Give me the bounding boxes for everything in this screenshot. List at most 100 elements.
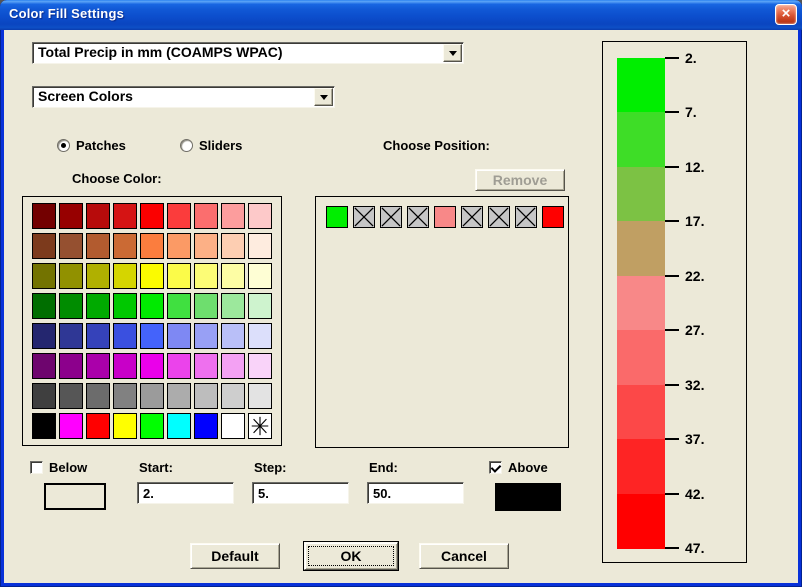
palette-swatch[interactable] bbox=[113, 383, 137, 409]
palette-swatch[interactable] bbox=[248, 353, 272, 379]
palette-swatch[interactable] bbox=[32, 353, 56, 379]
radio-patches-circle[interactable] bbox=[57, 139, 70, 152]
palette-swatch[interactable] bbox=[86, 233, 110, 259]
position-patch-empty[interactable] bbox=[407, 206, 429, 228]
color-source-select[interactable]: Screen Colors bbox=[32, 86, 335, 108]
below-color-swatch[interactable] bbox=[44, 483, 106, 510]
palette-swatch[interactable] bbox=[221, 293, 245, 319]
palette-swatch[interactable] bbox=[59, 203, 83, 229]
palette-swatch[interactable] bbox=[194, 263, 218, 289]
palette-swatch[interactable] bbox=[248, 233, 272, 259]
palette-swatch[interactable] bbox=[113, 263, 137, 289]
position-patch-empty[interactable] bbox=[515, 206, 537, 228]
above-checkbox-box[interactable] bbox=[489, 461, 502, 474]
step-input[interactable] bbox=[252, 482, 349, 504]
palette-swatch[interactable] bbox=[140, 203, 164, 229]
position-patch-empty[interactable] bbox=[380, 206, 402, 228]
palette-swatch[interactable] bbox=[140, 323, 164, 349]
palette-swatch[interactable] bbox=[248, 323, 272, 349]
palette-swatch[interactable] bbox=[221, 203, 245, 229]
palette-swatch[interactable] bbox=[221, 353, 245, 379]
position-patch[interactable] bbox=[326, 206, 348, 228]
below-checkbox[interactable]: Below bbox=[30, 460, 87, 475]
palette-swatch[interactable] bbox=[59, 233, 83, 259]
palette-swatch[interactable] bbox=[248, 203, 272, 229]
palette-swatch[interactable] bbox=[140, 263, 164, 289]
palette-swatch[interactable] bbox=[167, 203, 191, 229]
palette-swatch[interactable] bbox=[167, 293, 191, 319]
palette-swatch[interactable] bbox=[167, 233, 191, 259]
radio-sliders-circle[interactable] bbox=[180, 139, 193, 152]
palette-swatch[interactable] bbox=[194, 233, 218, 259]
palette-swatch[interactable] bbox=[59, 383, 83, 409]
palette-swatch[interactable] bbox=[140, 233, 164, 259]
palette-swatch[interactable] bbox=[32, 383, 56, 409]
palette-swatch[interactable] bbox=[140, 383, 164, 409]
palette-swatch[interactable] bbox=[113, 203, 137, 229]
palette-swatch[interactable] bbox=[167, 263, 191, 289]
palette-swatch[interactable] bbox=[221, 383, 245, 409]
palette-swatch[interactable] bbox=[32, 413, 56, 439]
palette-swatch[interactable] bbox=[86, 203, 110, 229]
palette-swatch[interactable] bbox=[32, 203, 56, 229]
ok-button-face[interactable]: OK bbox=[304, 542, 398, 570]
palette-swatch[interactable] bbox=[86, 383, 110, 409]
palette-swatch[interactable] bbox=[194, 293, 218, 319]
end-input[interactable] bbox=[367, 482, 464, 504]
palette-swatch[interactable] bbox=[113, 413, 137, 439]
palette-swatch[interactable] bbox=[140, 413, 164, 439]
palette-swatch[interactable] bbox=[194, 383, 218, 409]
title-bar[interactable]: Color Fill Settings × bbox=[0, 0, 802, 30]
position-patch-empty[interactable] bbox=[461, 206, 483, 228]
start-input[interactable] bbox=[137, 482, 234, 504]
palette-swatch[interactable] bbox=[167, 383, 191, 409]
radio-patches[interactable]: Patches bbox=[57, 138, 126, 153]
palette-swatch[interactable] bbox=[221, 413, 245, 439]
palette-swatch[interactable] bbox=[221, 263, 245, 289]
position-patch[interactable] bbox=[434, 206, 456, 228]
palette-swatch[interactable] bbox=[86, 353, 110, 379]
palette-swatch[interactable] bbox=[32, 293, 56, 319]
color-source-dropdown-button[interactable] bbox=[314, 88, 333, 106]
position-patch[interactable] bbox=[542, 206, 564, 228]
palette-swatch[interactable] bbox=[59, 263, 83, 289]
radio-sliders[interactable]: Sliders bbox=[180, 138, 242, 153]
palette-swatch[interactable] bbox=[248, 263, 272, 289]
palette-swatch[interactable] bbox=[194, 203, 218, 229]
palette-swatch-default[interactable] bbox=[248, 413, 272, 439]
palette-swatch[interactable] bbox=[86, 323, 110, 349]
palette-swatch[interactable] bbox=[140, 353, 164, 379]
palette-swatch[interactable] bbox=[194, 353, 218, 379]
palette-swatch[interactable] bbox=[140, 293, 164, 319]
palette-swatch[interactable] bbox=[194, 323, 218, 349]
cancel-button[interactable]: Cancel bbox=[419, 543, 509, 569]
palette-swatch[interactable] bbox=[113, 293, 137, 319]
palette-swatch[interactable] bbox=[113, 233, 137, 259]
palette-swatch[interactable] bbox=[59, 323, 83, 349]
field-select[interactable]: Total Precip in mm (COAMPS WPAC) bbox=[32, 42, 464, 64]
palette-swatch[interactable] bbox=[248, 293, 272, 319]
palette-swatch[interactable] bbox=[113, 323, 137, 349]
above-color-swatch[interactable] bbox=[495, 483, 561, 511]
palette-swatch[interactable] bbox=[113, 353, 137, 379]
palette-swatch[interactable] bbox=[59, 413, 83, 439]
palette-swatch[interactable] bbox=[32, 323, 56, 349]
palette-swatch[interactable] bbox=[86, 413, 110, 439]
above-checkbox[interactable]: Above bbox=[489, 460, 548, 475]
palette-swatch[interactable] bbox=[86, 263, 110, 289]
palette-swatch[interactable] bbox=[248, 383, 272, 409]
close-button[interactable]: × bbox=[775, 4, 797, 25]
palette-swatch[interactable] bbox=[32, 263, 56, 289]
below-checkbox-box[interactable] bbox=[30, 461, 43, 474]
palette-swatch[interactable] bbox=[167, 353, 191, 379]
remove-button[interactable]: Remove bbox=[475, 169, 565, 191]
position-patch-empty[interactable] bbox=[488, 206, 510, 228]
palette-swatch[interactable] bbox=[167, 323, 191, 349]
palette-swatch[interactable] bbox=[59, 293, 83, 319]
palette-swatch[interactable] bbox=[59, 353, 83, 379]
position-patch-empty[interactable] bbox=[353, 206, 375, 228]
field-select-dropdown-button[interactable] bbox=[443, 44, 462, 62]
default-button[interactable]: Default bbox=[190, 543, 280, 569]
palette-swatch[interactable] bbox=[221, 323, 245, 349]
palette-swatch[interactable] bbox=[194, 413, 218, 439]
